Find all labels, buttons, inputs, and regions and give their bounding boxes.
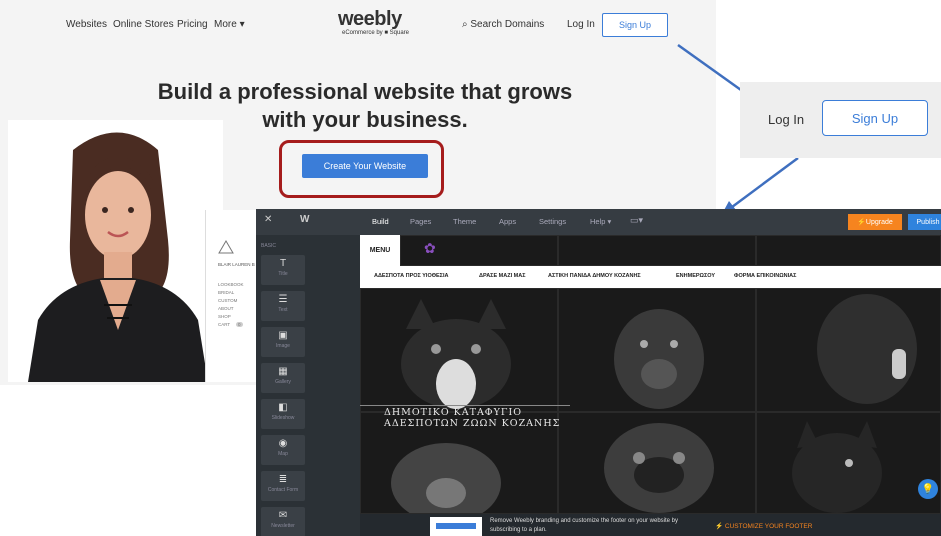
divider bbox=[360, 405, 570, 406]
lightbulb-help-icon[interactable]: 💡 bbox=[918, 479, 938, 499]
site-hero-line-1: ΔΗΜΟΤΙΚΟ ΚΑΤΑΦΥΓΙΟ bbox=[384, 407, 523, 418]
pug-silhouette bbox=[604, 423, 714, 513]
menu-tab[interactable]: MENU bbox=[360, 235, 400, 266]
weebly-editor: ✕ W Build Pages Theme Apps Settings Help… bbox=[256, 209, 941, 536]
tool-label: Contact Form bbox=[267, 487, 299, 493]
zoomed-callout: Log In Sign Up bbox=[740, 82, 941, 158]
site-hero-line-2: ΑΔΕΣΠΟΤΩΝ ΖΩΩΝ ΚΟΖΑΝΗΣ bbox=[384, 418, 561, 429]
text-icon: ☰ bbox=[278, 294, 288, 305]
site-canvas: MENU ✿ ΑΔΕΣΠΟΤΑ ΠΡΟΣ ΥΙΟΘΕΣΙΑ ΔΡΑΣΕ ΜΑΖΙ… bbox=[360, 235, 941, 536]
cat-photo bbox=[360, 288, 558, 412]
site-nav-item[interactable]: ΕΝΗΜΕΡΩΣΟΥ bbox=[676, 273, 715, 279]
photo-top-3 bbox=[756, 235, 941, 266]
site-nav-item[interactable]: ΑΔΕΣΠΟΤΑ ΠΡΟΣ ΥΙΟΘΕΣΙΑ bbox=[374, 273, 448, 279]
tool-label: Map bbox=[278, 451, 288, 457]
map-pin-icon: ◉ bbox=[278, 438, 288, 449]
thumb-bar bbox=[436, 523, 476, 529]
envelope-icon: ✉ bbox=[278, 510, 288, 521]
black-cat-photo bbox=[756, 412, 941, 514]
slideshow-icon: ◧ bbox=[278, 402, 288, 413]
close-icon[interactable]: ✕ bbox=[264, 214, 272, 225]
photo-top-2 bbox=[558, 235, 756, 266]
tool-label: Slideshow bbox=[271, 415, 295, 421]
cat-silhouette bbox=[792, 421, 882, 513]
tab-build[interactable]: Build bbox=[372, 217, 389, 226]
upgrade-label: Upgrade bbox=[865, 218, 893, 226]
lightning-icon: ⚡ bbox=[715, 523, 724, 530]
tool-title[interactable]: T Title bbox=[261, 255, 305, 285]
upgrade-button[interactable]: ⚡ Upgrade bbox=[848, 214, 902, 230]
tool-map[interactable]: ◉ Map bbox=[261, 435, 305, 465]
dog-silhouette bbox=[614, 309, 704, 409]
callout-signup-button[interactable]: Sign Up bbox=[822, 100, 928, 136]
publish-button[interactable]: Publish bbox=[908, 214, 941, 230]
tool-label: Gallery bbox=[275, 379, 291, 385]
title-icon: T bbox=[279, 258, 287, 269]
flower-logo-icon: ✿ bbox=[424, 240, 436, 256]
customize-footer-label: CUSTOMIZE YOUR FOOTER bbox=[724, 523, 813, 530]
site-hero-title[interactable]: ΔΗΜΟΤΙΚΟ ΚΑΤΑΦΥΓΙΟ ΑΔΕΣΠΟΤΩΝ ΖΩΩΝ ΚΟΖΑΝΗ… bbox=[384, 407, 560, 429]
tab-help[interactable]: Help ▾ bbox=[590, 217, 611, 226]
dog-silhouette bbox=[817, 294, 917, 404]
tool-slideshow[interactable]: ◧ Slideshow bbox=[261, 399, 305, 429]
callout-login-link[interactable]: Log In bbox=[768, 112, 804, 127]
section-label: BASIC bbox=[261, 243, 277, 249]
tool-label: Image bbox=[276, 343, 290, 349]
dog-photo-2 bbox=[756, 288, 941, 412]
dog-photo-1 bbox=[558, 288, 756, 412]
device-preview-icon[interactable]: ▭▾ bbox=[630, 215, 643, 226]
customize-footer-link[interactable]: ⚡ CUSTOMIZE YOUR FOOTER bbox=[715, 522, 812, 530]
tab-pages[interactable]: Pages bbox=[410, 217, 431, 226]
footer-message: Remove Weebly branding and customize the… bbox=[490, 518, 678, 533]
tool-label: Text bbox=[278, 307, 288, 313]
site-nav-item[interactable]: ΔΡΑΣΕ ΜΑΖΙ ΜΑΣ bbox=[479, 273, 526, 279]
tab-theme[interactable]: Theme bbox=[453, 217, 476, 226]
weebly-w-icon: W bbox=[300, 214, 310, 225]
arrow-line bbox=[727, 156, 799, 212]
gallery-icon: ▦ bbox=[278, 366, 288, 377]
tool-image[interactable]: ▣ Image bbox=[261, 327, 305, 357]
arrow-line bbox=[677, 43, 749, 97]
tool-label: Title bbox=[278, 271, 288, 277]
tab-apps[interactable]: Apps bbox=[499, 217, 516, 226]
tab-settings[interactable]: Settings bbox=[539, 217, 566, 226]
footer-preview-thumb bbox=[430, 517, 482, 536]
image-icon: ▣ bbox=[278, 330, 288, 341]
cat-silhouette bbox=[401, 299, 511, 409]
tool-gallery[interactable]: ▦ Gallery bbox=[261, 363, 305, 393]
lightning-icon: ⚡ bbox=[857, 219, 866, 226]
tool-newsletter[interactable]: ✉ Newsletter bbox=[261, 507, 305, 536]
tab-help-label: Help bbox=[590, 217, 606, 226]
footer-bar: Remove Weebly branding and customize the… bbox=[360, 514, 941, 536]
pug-photo bbox=[558, 412, 756, 514]
form-icon: ≣ bbox=[278, 474, 288, 485]
site-nav-item[interactable]: ΦΟΡΜΑ ΕΠΙΚΟΙΝΩΝΙΑΣ bbox=[734, 273, 796, 279]
site-nav: ΑΔΕΣΠΟΤΑ ΠΡΟΣ ΥΙΟΘΕΣΙΑ ΔΡΑΣΕ ΜΑΖΙ ΜΑΣ ΑΣ… bbox=[360, 266, 941, 288]
tool-contact-form[interactable]: ≣ Contact Form bbox=[261, 471, 305, 501]
editor-toolbar: ✕ W Build Pages Theme Apps Settings Help… bbox=[256, 209, 941, 235]
elements-sidebar: BASIC T Title ☰ Text ▣ Image ▦ Gallery ◧ Slid… bbox=[256, 235, 360, 536]
tool-text[interactable]: ☰ Text bbox=[261, 291, 305, 321]
tool-label: Newsletter bbox=[271, 523, 295, 529]
site-nav-item[interactable]: ΑΣΤΙΚΗ ΠΑΝΙΔΑ ΔΗΜΟΥ ΚΟΖΑΝΗΣ bbox=[548, 273, 641, 279]
